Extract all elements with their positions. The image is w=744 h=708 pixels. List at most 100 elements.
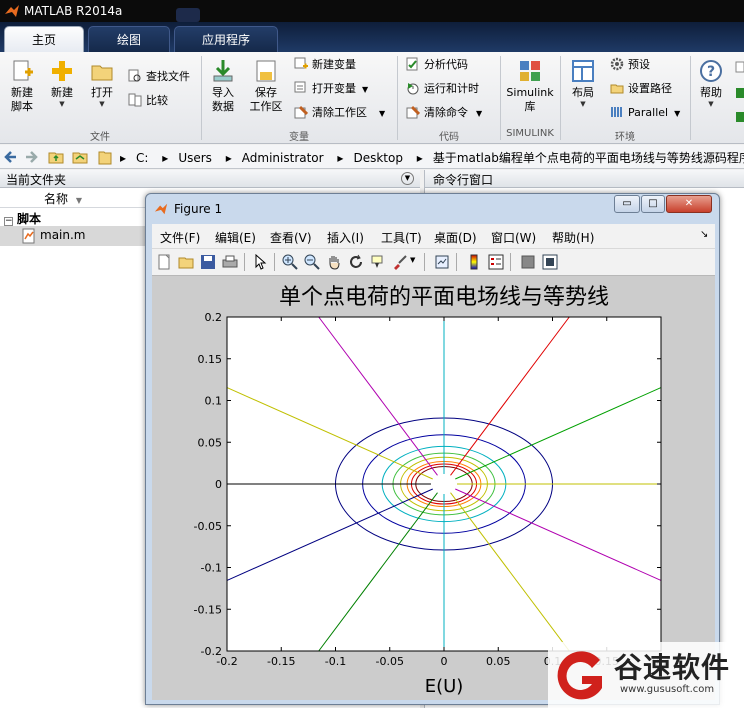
breadcrumb-item[interactable]: C: xyxy=(136,151,148,165)
dropdown-arrow-icon: ▼ xyxy=(99,100,105,108)
figure-menubar: 文件(F) 编辑(E) 查看(V) 插入(I) 工具(T) 桌面(D) 窗口(W… xyxy=(152,224,715,248)
hide-plot-tools-icon[interactable] xyxy=(520,254,536,270)
layout-button[interactable]: 布局 ▼ xyxy=(566,58,600,108)
rotate-3d-icon[interactable] xyxy=(348,254,364,270)
panel-title: 当前文件夹 xyxy=(6,173,67,187)
menu-window[interactable]: 窗口(W) xyxy=(491,229,536,246)
menu-insert[interactable]: 插入(I) xyxy=(327,229,364,246)
save-workspace-button[interactable]: 保存 工作区 xyxy=(244,58,288,114)
folder-icon xyxy=(610,84,624,94)
plot-svg[interactable]: -0.2-0.15-0.1-0.0500.050.10.150.2-0.2-0.… xyxy=(152,276,715,700)
brush-icon[interactable] xyxy=(392,254,408,270)
clear-commands-button[interactable]: 清除命令 ▼ xyxy=(406,104,482,122)
ribbon: 新建 脚本 新建 ▼ 打开 ▼ 查找文件 比较 文件 导入 数据 保存 工作区 … xyxy=(0,52,744,144)
clear-commands-icon xyxy=(406,105,420,119)
close-button[interactable]: ✕ xyxy=(666,195,712,213)
breadcrumb-item[interactable]: 基于matlab编程单个点电荷的平面电场线与等势线源码程序 xyxy=(433,151,744,165)
help-icon: ? xyxy=(700,60,722,82)
breadcrumb-item[interactable]: Users xyxy=(178,151,212,165)
data-cursor-icon[interactable] xyxy=(370,254,386,270)
breadcrumb-item[interactable]: Desktop xyxy=(353,151,403,165)
title-bar: MATLAB R2014a xyxy=(0,0,744,22)
minimize-button[interactable]: ▭ xyxy=(614,195,640,213)
menu-file[interactable]: 文件(F) xyxy=(160,229,200,246)
menu-help[interactable]: 帮助(H) xyxy=(552,229,594,246)
preferences-button[interactable]: 预设 xyxy=(610,56,650,74)
breadcrumb-sep: ▸ xyxy=(225,151,232,165)
watermark-g-icon xyxy=(557,651,602,700)
ribbon-overflow-icons[interactable] xyxy=(734,60,744,130)
tab-home[interactable]: 主页 xyxy=(4,26,84,52)
colorbar-icon[interactable] xyxy=(466,254,482,270)
group-label-environment: 环境 xyxy=(615,132,635,143)
parallel-icon xyxy=(611,107,622,117)
y-tick-label: 0.05 xyxy=(198,436,223,449)
show-plot-tools-icon[interactable] xyxy=(542,254,558,270)
breadcrumb-sep: ▸ xyxy=(120,151,127,165)
link-plot-icon[interactable] xyxy=(434,254,450,270)
tab-apps[interactable]: 应用程序 xyxy=(174,26,278,52)
breadcrumb[interactable]: ▸ C: ▸ Users ▸ Administrator ▸ Desktop ▸ 基于ma… xyxy=(120,149,744,166)
forward-arrow-icon[interactable] xyxy=(24,150,38,164)
open-button[interactable]: 打开 ▼ xyxy=(84,58,120,108)
zoom-out-icon[interactable] xyxy=(304,254,320,270)
open-variable-icon xyxy=(294,81,306,93)
menu-tools[interactable]: 工具(T) xyxy=(381,229,422,246)
breadcrumb-sep: ▸ xyxy=(162,151,169,165)
address-bar: ▸ C: ▸ Users ▸ Administrator ▸ Desktop ▸ 基于ma… xyxy=(0,145,744,169)
simulink-library-button[interactable]: Simulink 库 xyxy=(504,58,556,114)
folder-icon xyxy=(91,65,113,81)
import-data-button[interactable]: 导入 数据 xyxy=(206,58,240,114)
brush-dropdown-icon[interactable]: ▼ xyxy=(410,256,415,264)
panel-menu-icon[interactable]: ▼ xyxy=(401,172,414,185)
pointer-icon[interactable] xyxy=(252,254,268,270)
menu-edit[interactable]: 编辑(E) xyxy=(215,229,256,246)
figure-toolbar: ▼ xyxy=(152,248,715,276)
panel-header: 当前文件夹 ▼ xyxy=(0,170,420,188)
new-button[interactable]: 新建 ▼ xyxy=(44,58,80,108)
open-file-icon[interactable] xyxy=(178,254,194,270)
collapse-icon[interactable]: − xyxy=(4,217,13,226)
compare-button[interactable]: 比较 xyxy=(128,92,168,110)
new-script-button[interactable]: 新建 脚本 xyxy=(4,58,40,114)
legend-icon[interactable] xyxy=(488,254,504,270)
menu-desktop[interactable]: 桌面(D) xyxy=(434,229,477,246)
run-and-time-button[interactable]: 运行和计时 xyxy=(406,80,479,98)
mfile-icon xyxy=(22,228,35,244)
watermark-url: www.gususoft.com xyxy=(620,684,715,695)
list-item[interactable]: main.m xyxy=(0,226,146,246)
group-label-simulink: SIMULINK xyxy=(506,128,554,139)
pan-hand-icon[interactable] xyxy=(326,254,342,270)
analyze-code-button[interactable]: 分析代码 xyxy=(406,56,468,74)
y-tick-label: 0.1 xyxy=(205,395,223,408)
x-tick-label: -0.15 xyxy=(267,655,295,668)
up-folder-icon[interactable] xyxy=(48,149,64,165)
figure-window[interactable]: Figure 1 ▭ □ ✕ 文件(F) 编辑(E) 查看(V) 插入(I) 工… xyxy=(145,193,720,705)
browse-folder-icon[interactable] xyxy=(72,149,88,165)
y-tick-label: -0.05 xyxy=(194,520,222,533)
new-variable-button[interactable]: 新建变量 xyxy=(294,56,356,74)
zoom-in-icon[interactable] xyxy=(282,254,298,270)
save-icon[interactable] xyxy=(200,254,216,270)
tab-plots[interactable]: 绘图 xyxy=(88,26,170,52)
clear-workspace-button[interactable]: 清除工作区 ▼ xyxy=(294,104,385,122)
dropdown-arrow-icon: ▼ xyxy=(59,100,65,108)
sort-arrow-icon: ▼ xyxy=(75,196,82,205)
matlab-logo-icon xyxy=(154,203,168,215)
new-figure-icon[interactable] xyxy=(156,254,172,270)
maximize-button[interactable]: □ xyxy=(641,195,665,213)
dropdown-arrow-icon: ▼ xyxy=(476,109,483,118)
open-variable-button[interactable]: 打开变量 ▼ xyxy=(294,80,368,98)
find-files-button[interactable]: 查找文件 xyxy=(128,68,190,86)
parallel-button[interactable]: Parallel ▼ xyxy=(610,104,680,122)
menu-view[interactable]: 查看(V) xyxy=(270,229,312,246)
set-path-button[interactable]: 设置路径 xyxy=(610,80,672,98)
help-button[interactable]: ? 帮助 ▼ xyxy=(694,58,728,108)
dock-arrow-icon[interactable]: ↘ xyxy=(700,229,708,240)
print-icon[interactable] xyxy=(222,254,238,270)
gear-icon xyxy=(610,57,624,71)
breadcrumb-item[interactable]: Administrator xyxy=(242,151,324,165)
figure-canvas[interactable]: -0.2-0.15-0.1-0.0500.050.10.150.2-0.2-0.… xyxy=(152,276,715,700)
back-arrow-icon[interactable] xyxy=(4,150,18,164)
plus-icon xyxy=(52,61,72,81)
